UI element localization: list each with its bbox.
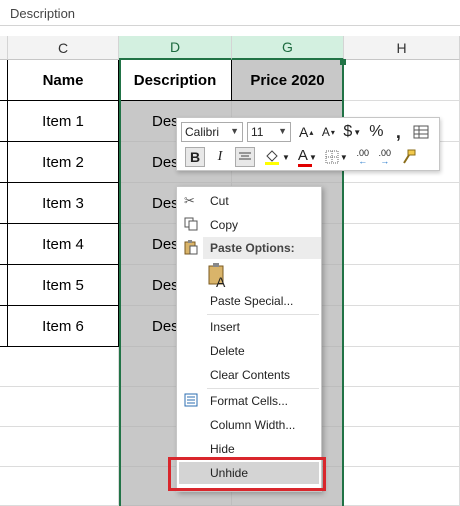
menu-item-format-cells[interactable]: Format Cells... [177, 390, 321, 412]
table-row[interactable]: Item 6 [8, 306, 119, 347]
unhide-highlight-box [168, 457, 326, 491]
chevron-down-icon: ▼ [278, 126, 287, 136]
table-row[interactable]: Item 1 [8, 101, 119, 142]
cell[interactable] [0, 467, 119, 506]
table-row[interactable]: Item 4 [8, 224, 119, 265]
borders-icon[interactable]: ▼ [325, 147, 348, 167]
cell[interactable] [0, 306, 8, 347]
cell[interactable] [0, 387, 119, 427]
cell[interactable] [344, 387, 460, 427]
svg-text:A: A [216, 274, 226, 289]
menu-item-copy[interactable]: Copy [177, 214, 321, 236]
cell[interactable] [344, 183, 460, 224]
format-painter-icon[interactable] [400, 147, 416, 167]
shrink-font-button[interactable]: A ▾ [321, 122, 335, 142]
paste-options-header: Paste Options: [203, 237, 321, 259]
scissors-icon: ✂ [184, 193, 195, 208]
table-row[interactable]: Item 2 [8, 142, 119, 183]
mini-toolbar: Calibri ▼ 11 ▼ A ▴ A ▾ $ ▼ % , B I ▼ A ▼ ▼ .0… [176, 117, 440, 171]
cell[interactable] [344, 60, 460, 101]
menu-item-insert[interactable]: Insert [177, 316, 321, 338]
format-cells-icon [184, 393, 198, 410]
cell[interactable] [344, 265, 460, 306]
cell[interactable] [0, 347, 119, 387]
menu-separator [207, 314, 319, 315]
cell[interactable] [344, 427, 460, 467]
cell[interactable] [0, 101, 8, 142]
font-name-combo[interactable]: Calibri ▼ [181, 122, 243, 142]
table-row[interactable]: Item 5 [8, 265, 119, 306]
format-table-icon[interactable] [413, 122, 429, 142]
table-row[interactable]: Item 3 [8, 183, 119, 224]
column-header-b[interactable] [0, 36, 8, 60]
column-header-g[interactable]: G [232, 36, 344, 60]
currency-button[interactable]: $ ▼ [343, 122, 361, 142]
menu-item-paste-special[interactable]: Paste Special... [177, 290, 321, 312]
menu-item-cut[interactable]: ✂ Cut [177, 190, 321, 212]
paste-keep-text-only-icon[interactable]: A [207, 263, 233, 290]
fill-color-icon[interactable]: ▼ [263, 147, 290, 167]
column-header-h[interactable]: H [344, 36, 460, 60]
italic-button[interactable]: I [213, 147, 227, 167]
cell[interactable] [344, 224, 460, 265]
context-menu: ✂ Cut Copy Paste Options: A Paste Specia… [176, 186, 322, 492]
cell[interactable] [0, 60, 8, 101]
menu-separator [207, 388, 319, 389]
formula-bar[interactable]: Description [0, 0, 460, 26]
cell[interactable] [344, 347, 460, 387]
align-center-icon[interactable] [235, 147, 255, 167]
comma-style-button[interactable]: , [391, 122, 405, 142]
cell[interactable] [0, 183, 8, 224]
paste-clipboard-icon [184, 240, 198, 260]
menu-item-clear-contents[interactable]: Clear Contents [177, 364, 321, 386]
decrease-decimal-button[interactable]: .00 → [378, 147, 392, 167]
percent-button[interactable]: % [369, 122, 383, 142]
column-header-c[interactable]: C [8, 36, 119, 60]
cell[interactable] [0, 427, 119, 467]
column-header-d[interactable]: D [119, 36, 232, 60]
cell[interactable] [344, 467, 460, 506]
cell[interactable] [344, 306, 460, 347]
header-cell-name[interactable]: Name [8, 60, 119, 101]
font-size-combo[interactable]: 11 ▼ [247, 122, 291, 142]
formula-bar-text: Description [10, 6, 76, 21]
increase-decimal-button[interactable]: .00 ← [356, 147, 370, 167]
header-cell-price[interactable]: Price 2020 [232, 60, 344, 101]
fill-handle[interactable] [340, 59, 346, 65]
menu-item-delete[interactable]: Delete [177, 340, 321, 362]
cell[interactable] [0, 142, 8, 183]
cell[interactable] [0, 224, 8, 265]
grow-font-button[interactable]: A ▴ [299, 122, 313, 142]
bold-button[interactable]: B [185, 147, 205, 167]
header-cell-description[interactable]: Description [119, 60, 232, 101]
chevron-down-icon: ▼ [230, 126, 239, 136]
cell[interactable] [0, 265, 8, 306]
menu-item-column-width[interactable]: Column Width... [177, 414, 321, 436]
copy-icon [184, 217, 198, 234]
font-color-icon[interactable]: A ▼ [297, 147, 317, 167]
